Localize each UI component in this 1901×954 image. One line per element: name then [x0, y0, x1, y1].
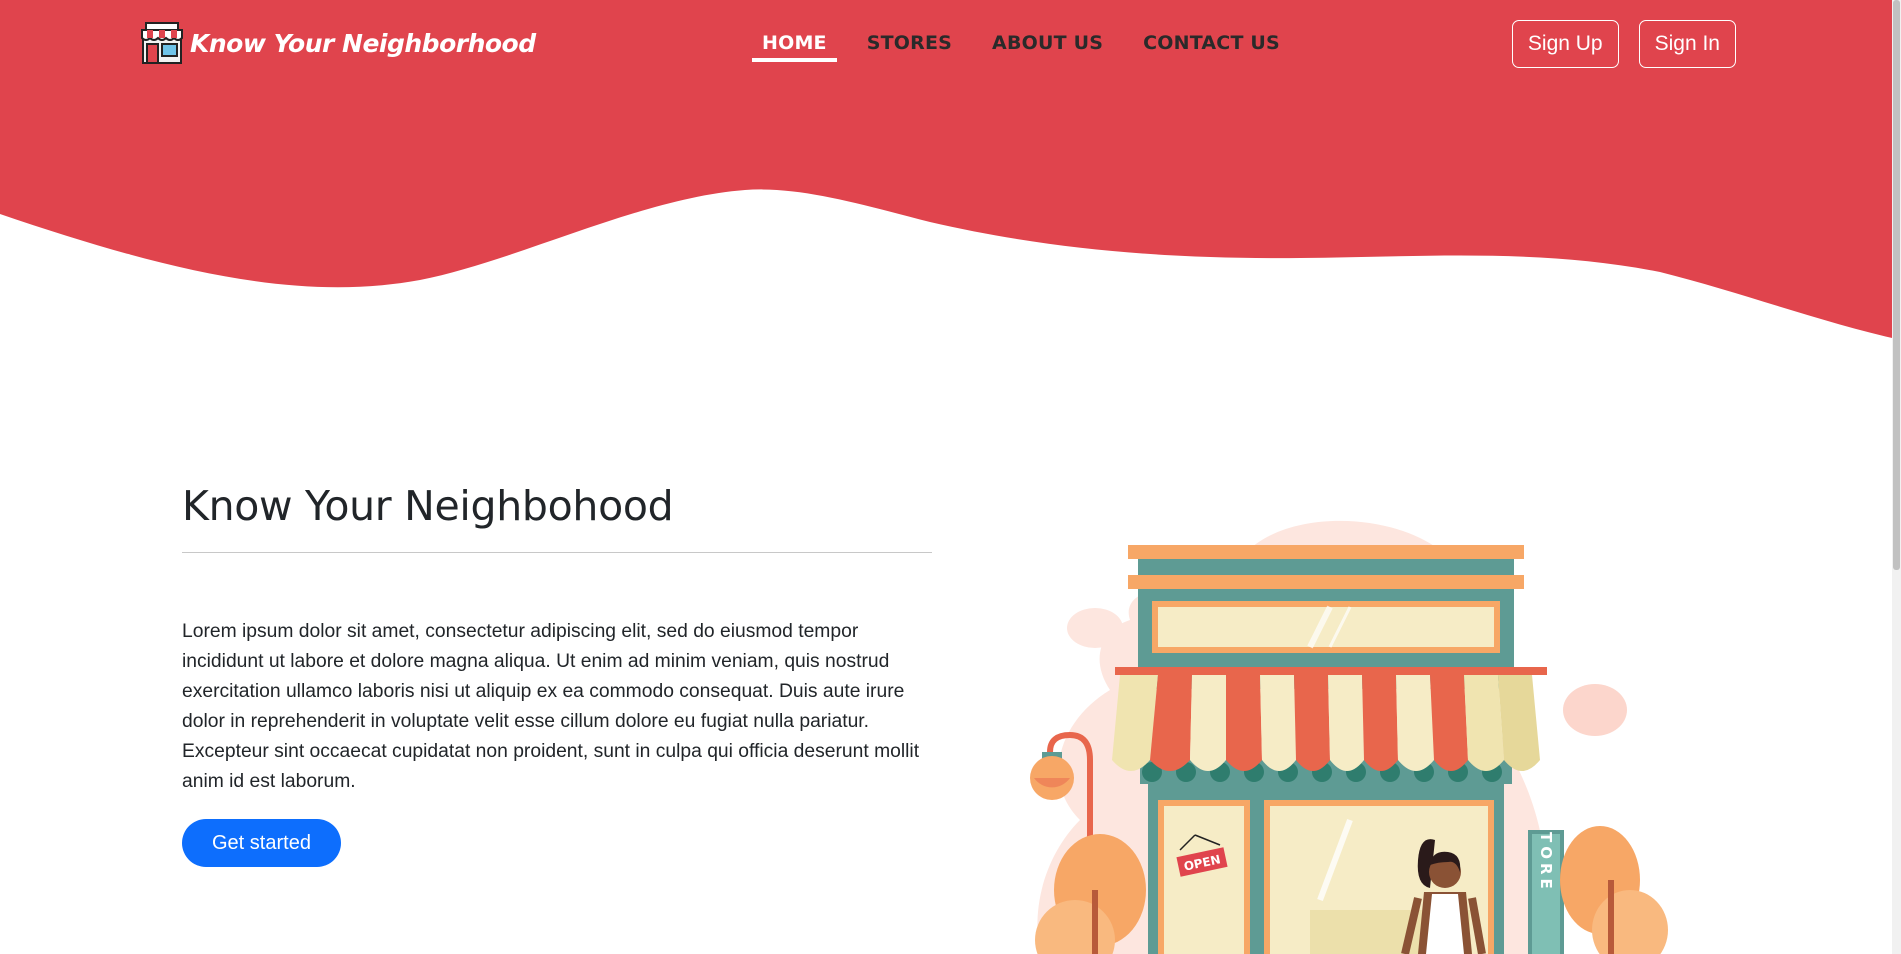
sign-in-button[interactable]: Sign In	[1638, 20, 1736, 68]
nav-about-us[interactable]: ABOUT US	[982, 28, 1113, 62]
hero-content: Know Your Neighbohood Lorem ipsum dolor …	[182, 482, 932, 867]
vertical-scrollbar[interactable]	[1892, 0, 1901, 954]
store-illustration: OPEN STORE	[1030, 520, 1668, 954]
hero-title: Know Your Neighbohood	[182, 482, 674, 530]
store-sign-text: STORE	[1537, 817, 1555, 893]
awning-stripes	[1112, 675, 1540, 760]
navbar: Know Your Neighborhood HOME STORES ABOUT…	[0, 0, 1901, 90]
storefront-icon	[141, 22, 183, 64]
nav-stores[interactable]: STORES	[857, 28, 962, 62]
sign-up-button[interactable]: Sign Up	[1511, 20, 1619, 68]
main-nav: HOME STORES ABOUT US CONTACT US	[752, 28, 1310, 62]
auth-buttons: Sign Up Sign In	[1492, 20, 1736, 68]
nav-home[interactable]: HOME	[752, 28, 837, 62]
brand-name: Know Your Neighborhood	[190, 28, 536, 58]
hero-paragraph: Lorem ipsum dolor sit amet, consectetur …	[182, 621, 920, 792]
scrollbar-thumb[interactable]	[1893, 0, 1900, 570]
brand-link[interactable]: Know Your Neighborhood	[138, 18, 536, 68]
get-started-button[interactable]: Get started	[182, 819, 341, 867]
nav-contact-us[interactable]: CONTACT US	[1133, 28, 1290, 62]
title-divider	[182, 552, 932, 553]
